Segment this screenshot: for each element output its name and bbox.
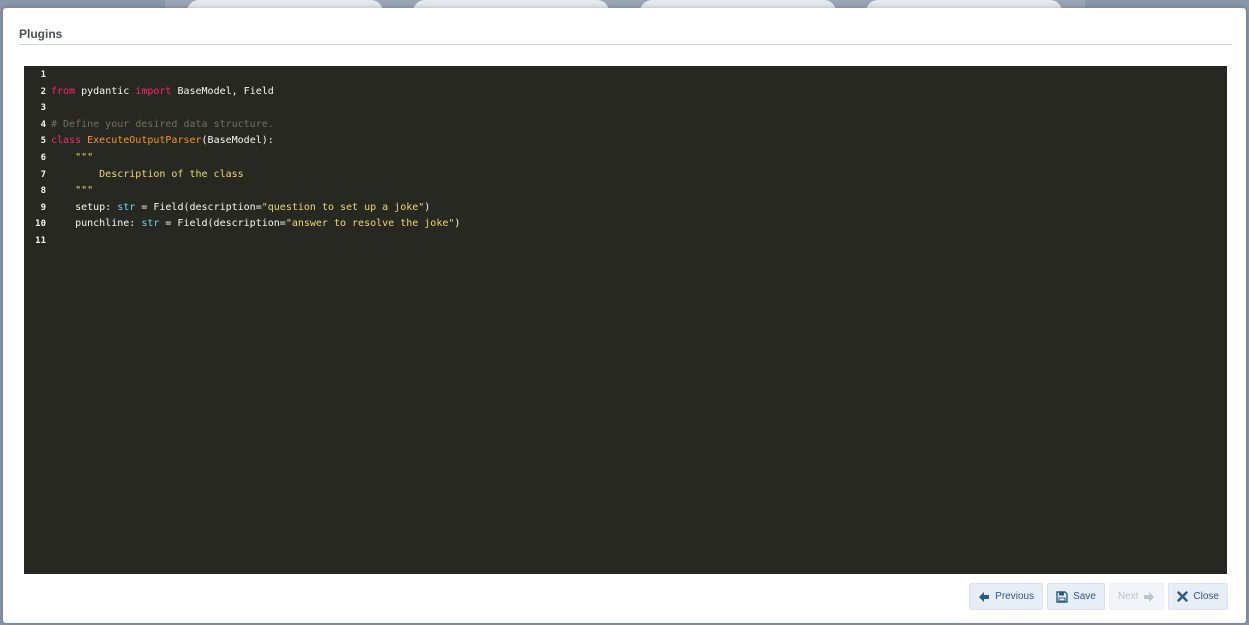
close-icon xyxy=(1177,591,1189,602)
close-button[interactable]: Close xyxy=(1168,583,1228,610)
code-token: class xyxy=(51,135,82,147)
line-number: 3 xyxy=(40,103,46,114)
code-token: Description of the class xyxy=(51,168,244,180)
line-number: 8 xyxy=(40,186,46,197)
code-token: """ xyxy=(75,151,94,163)
code-token: import xyxy=(135,85,172,97)
line-number: 4 xyxy=(40,119,46,130)
code-token: from xyxy=(51,85,76,97)
modal-title: Plugins xyxy=(19,27,63,41)
code-token: ExecuteOutputParser xyxy=(87,135,202,147)
code-token: "question to set up a joke" xyxy=(261,201,425,213)
next-button-label: Next xyxy=(1117,591,1139,602)
line-number: 5 xyxy=(40,136,46,147)
next-button[interactable]: Next xyxy=(1108,583,1165,610)
save-button-label: Save xyxy=(1073,591,1096,602)
code-line[interactable]: 7 Description of the class xyxy=(24,167,1227,184)
arrow-right-icon xyxy=(1143,591,1155,603)
code-line[interactable]: 3 xyxy=(24,100,1227,117)
code-token: str xyxy=(117,201,136,213)
code-token: = Field(description= xyxy=(159,218,286,230)
code-line[interactable]: 10 punchline: str = Field(description="a… xyxy=(24,216,1227,233)
code-token: ) xyxy=(424,201,431,213)
save-button[interactable]: Save xyxy=(1047,583,1105,610)
code-line[interactable]: 4 # Define your desired data structure. xyxy=(24,117,1227,134)
code-token: """ xyxy=(75,185,94,197)
code-token: "answer to resolve the joke" xyxy=(285,218,455,230)
code-line[interactable]: 5 class ExecuteOutputParser(BaseModel): xyxy=(24,133,1227,150)
code-line[interactable]: 9 setup: str = Field(description="questi… xyxy=(24,200,1227,217)
code-token: # Define your desired data structure. xyxy=(51,118,274,130)
code-token: BaseModel, Field xyxy=(171,85,274,97)
code-line[interactable]: 8 """ xyxy=(24,183,1227,200)
floppy-disk-icon xyxy=(1056,590,1068,603)
code-token: punchline: xyxy=(51,218,142,230)
line-number: 2 xyxy=(40,86,46,97)
line-number: 7 xyxy=(40,169,46,180)
code-line[interactable]: 1 xyxy=(24,67,1227,84)
line-number: 9 xyxy=(40,202,46,213)
line-number: 11 xyxy=(35,235,46,246)
code-token: setup: xyxy=(51,201,118,213)
previous-button[interactable]: Previous xyxy=(969,583,1044,610)
arrow-left-icon xyxy=(978,591,990,603)
close-button-label: Close xyxy=(1193,591,1219,602)
code-token: (BaseModel): xyxy=(201,135,274,147)
code-line[interactable]: 11 xyxy=(24,233,1227,250)
code-token: str xyxy=(141,218,160,230)
code-editor[interactable]: 1 2 from pydantic import BaseModel, Field 3… xyxy=(24,66,1227,574)
line-number: 6 xyxy=(40,152,46,163)
code-line[interactable]: 6 """ xyxy=(24,150,1227,167)
modal-header: Plugins xyxy=(19,8,1232,45)
modal-footer: Previous Save Next Close xyxy=(969,583,1228,610)
code-token: = Field(description= xyxy=(135,201,262,213)
code-token: pydantic xyxy=(75,85,136,97)
code-line[interactable]: 2 from pydantic import BaseModel, Field xyxy=(24,84,1227,101)
code-token: ) xyxy=(454,218,461,230)
line-number: 1 xyxy=(40,70,46,80)
previous-button-label: Previous xyxy=(995,591,1035,602)
plugins-modal: Plugins 1 2 from pydantic import BaseModel… xyxy=(3,8,1246,623)
line-number: 10 xyxy=(35,219,46,230)
